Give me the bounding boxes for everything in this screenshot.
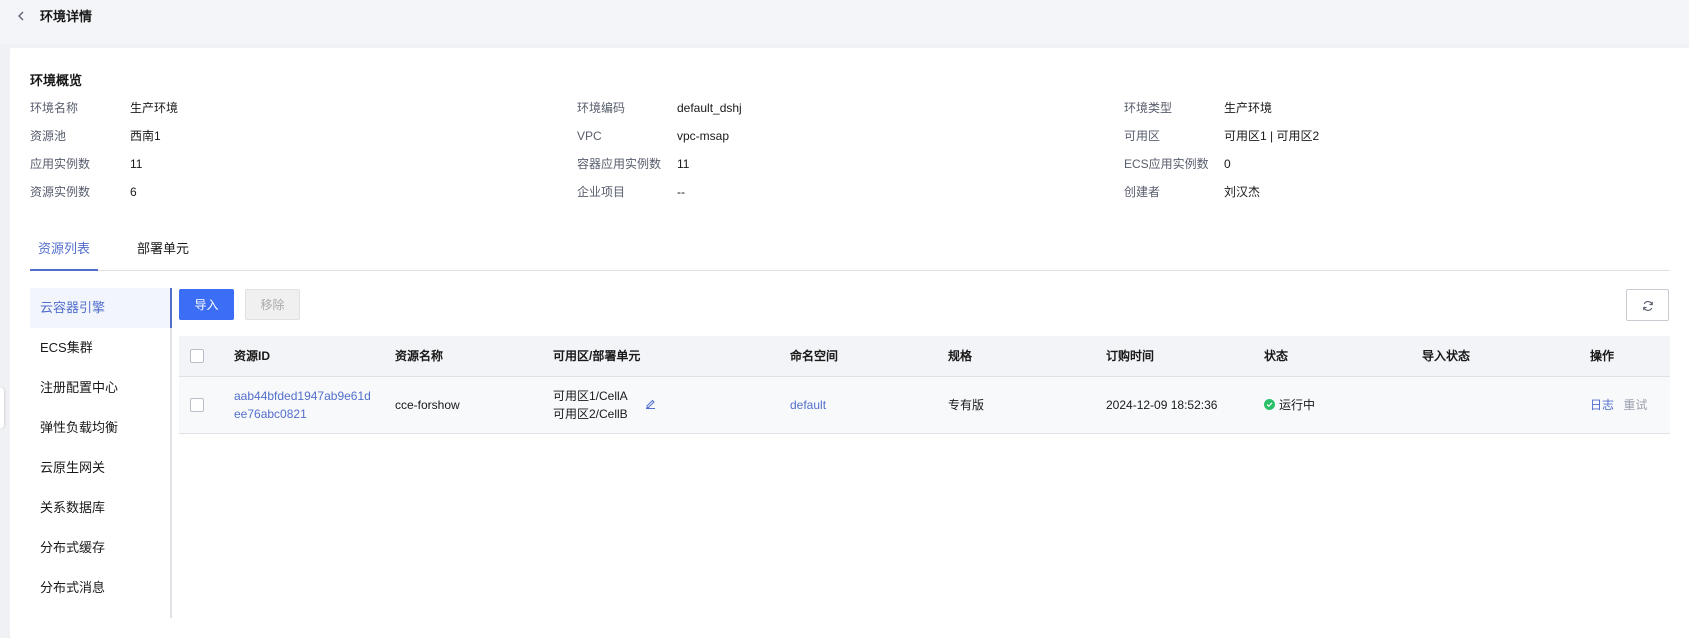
tab-bar: 资源列表 部署单元 (30, 234, 1670, 271)
info-enterprise-project: 企业项目 -- (577, 185, 685, 199)
overview-row: 资源实例数 6 企业项目 -- 创建者 刘汉杰 (30, 183, 1670, 211)
detail-card: 环境概览 环境名称 生产环境 环境编码 default_dshj 环境类型 生产环境 … (10, 48, 1689, 638)
col-spec: 规格 (948, 349, 973, 363)
col-status: 状态 (1264, 349, 1289, 363)
resource-table: 资源ID 资源名称 可用区/部署单元 命名空间 规格 订购时间 状态 导入状态 … (179, 336, 1670, 434)
chevron-left-icon[interactable] (16, 9, 28, 23)
status-badge: 运行中 (1264, 396, 1315, 414)
sidebar-item-rds[interactable]: 关系数据库 (30, 488, 170, 528)
table-row: aab44bfded1947ab9e61d ee76abc0821 cce-fo… (179, 377, 1670, 434)
col-resource-name: 资源名称 (395, 349, 444, 363)
log-link[interactable]: 日志 (1590, 398, 1614, 412)
overview-title: 环境概览 (30, 73, 83, 88)
col-namespace: 命名空间 (790, 349, 839, 363)
info-availability-zone: 可用区 可用区1 | 可用区2 (1124, 129, 1320, 143)
sidebar-item-cache[interactable]: 分布式缓存 (30, 528, 170, 568)
row-checkbox[interactable] (190, 398, 204, 412)
info-ecs-instances: ECS应用实例数 0 (1124, 157, 1231, 171)
resource-type-menu: 云容器引擎 ECS集群 注册配置中心 弹性负载均衡 云原生网关 关系数据库 分布… (30, 288, 172, 618)
info-creator: 创建者 刘汉杰 (1124, 185, 1261, 199)
top-header: 环境详情 (0, 0, 1689, 44)
page-title: 环境详情 (40, 9, 93, 24)
order-time: 2024-12-09 18:52:36 (1106, 398, 1218, 412)
table-header: 资源ID 资源名称 可用区/部署单元 命名空间 规格 订购时间 状态 导入状态 … (179, 336, 1670, 377)
namespace-link[interactable]: default (790, 396, 826, 414)
overview-row: 环境名称 生产环境 环境编码 default_dshj 环境类型 生产环境 (30, 99, 1670, 127)
remove-button: 移除 (245, 289, 300, 320)
resource-name: cce-forshow (395, 398, 460, 412)
overview-row: 资源池 西南1 VPC vpc-msap 可用区 可用区1 | 可用区2 (30, 127, 1670, 155)
tab-resource-list[interactable]: 资源列表 (30, 234, 99, 271)
select-all-checkbox[interactable] (190, 349, 204, 363)
sidebar-item-registry[interactable]: 注册配置中心 (30, 368, 170, 408)
col-import-status: 导入状态 (1422, 349, 1471, 363)
sidebar-item-cce[interactable]: 云容器引擎 (30, 288, 172, 328)
refresh-icon (1643, 301, 1653, 311)
overview-grid: 环境名称 生产环境 环境编码 default_dshj 环境类型 生产环境 资源池 西南… (30, 99, 1670, 211)
col-order-time: 订购时间 (1106, 349, 1155, 363)
edit-icon[interactable] (645, 398, 656, 409)
tab-deployment-unit[interactable]: 部署单元 (129, 234, 197, 270)
zone-unit-cell: 可用区1/CellA 可用区2/CellB (553, 389, 628, 421)
check-circle-icon (1264, 399, 1275, 410)
info-app-instances: 应用实例数 11 (30, 157, 143, 171)
col-resource-id: 资源ID (234, 349, 271, 363)
info-env-name: 环境名称 生产环境 (30, 101, 179, 115)
col-actions: 操作 (1590, 349, 1615, 363)
info-env-code: 环境编码 default_dshj (577, 101, 742, 115)
refresh-button[interactable] (1626, 289, 1669, 321)
import-button[interactable]: 导入 (179, 289, 234, 320)
info-container-instances: 容器应用实例数 11 (577, 157, 690, 171)
resource-id-link[interactable]: aab44bfded1947ab9e61d ee76abc0821 (234, 387, 371, 423)
sidebar-item-gateway[interactable]: 云原生网关 (30, 448, 170, 488)
overview-row: 应用实例数 11 容器应用实例数 11 ECS应用实例数 0 (30, 155, 1670, 183)
info-resource-instances: 资源实例数 6 (30, 185, 137, 199)
info-vpc: VPC vpc-msap (577, 129, 730, 143)
side-collapse-handle[interactable] (0, 388, 4, 428)
sidebar-item-elb[interactable]: 弹性负载均衡 (30, 408, 170, 448)
spec-value: 专有版 (948, 398, 985, 412)
sidebar-item-ecs-cluster[interactable]: ECS集群 (30, 328, 170, 368)
info-env-type: 环境类型 生产环境 (1124, 101, 1273, 115)
col-zone-unit: 可用区/部署单元 (553, 349, 641, 363)
actions-cell: 日志 重试 (1590, 396, 1647, 414)
retry-link[interactable]: 重试 (1623, 398, 1647, 412)
info-resource-pool: 资源池 西南1 (30, 129, 161, 143)
sidebar-item-messaging[interactable]: 分布式消息 (30, 568, 170, 608)
